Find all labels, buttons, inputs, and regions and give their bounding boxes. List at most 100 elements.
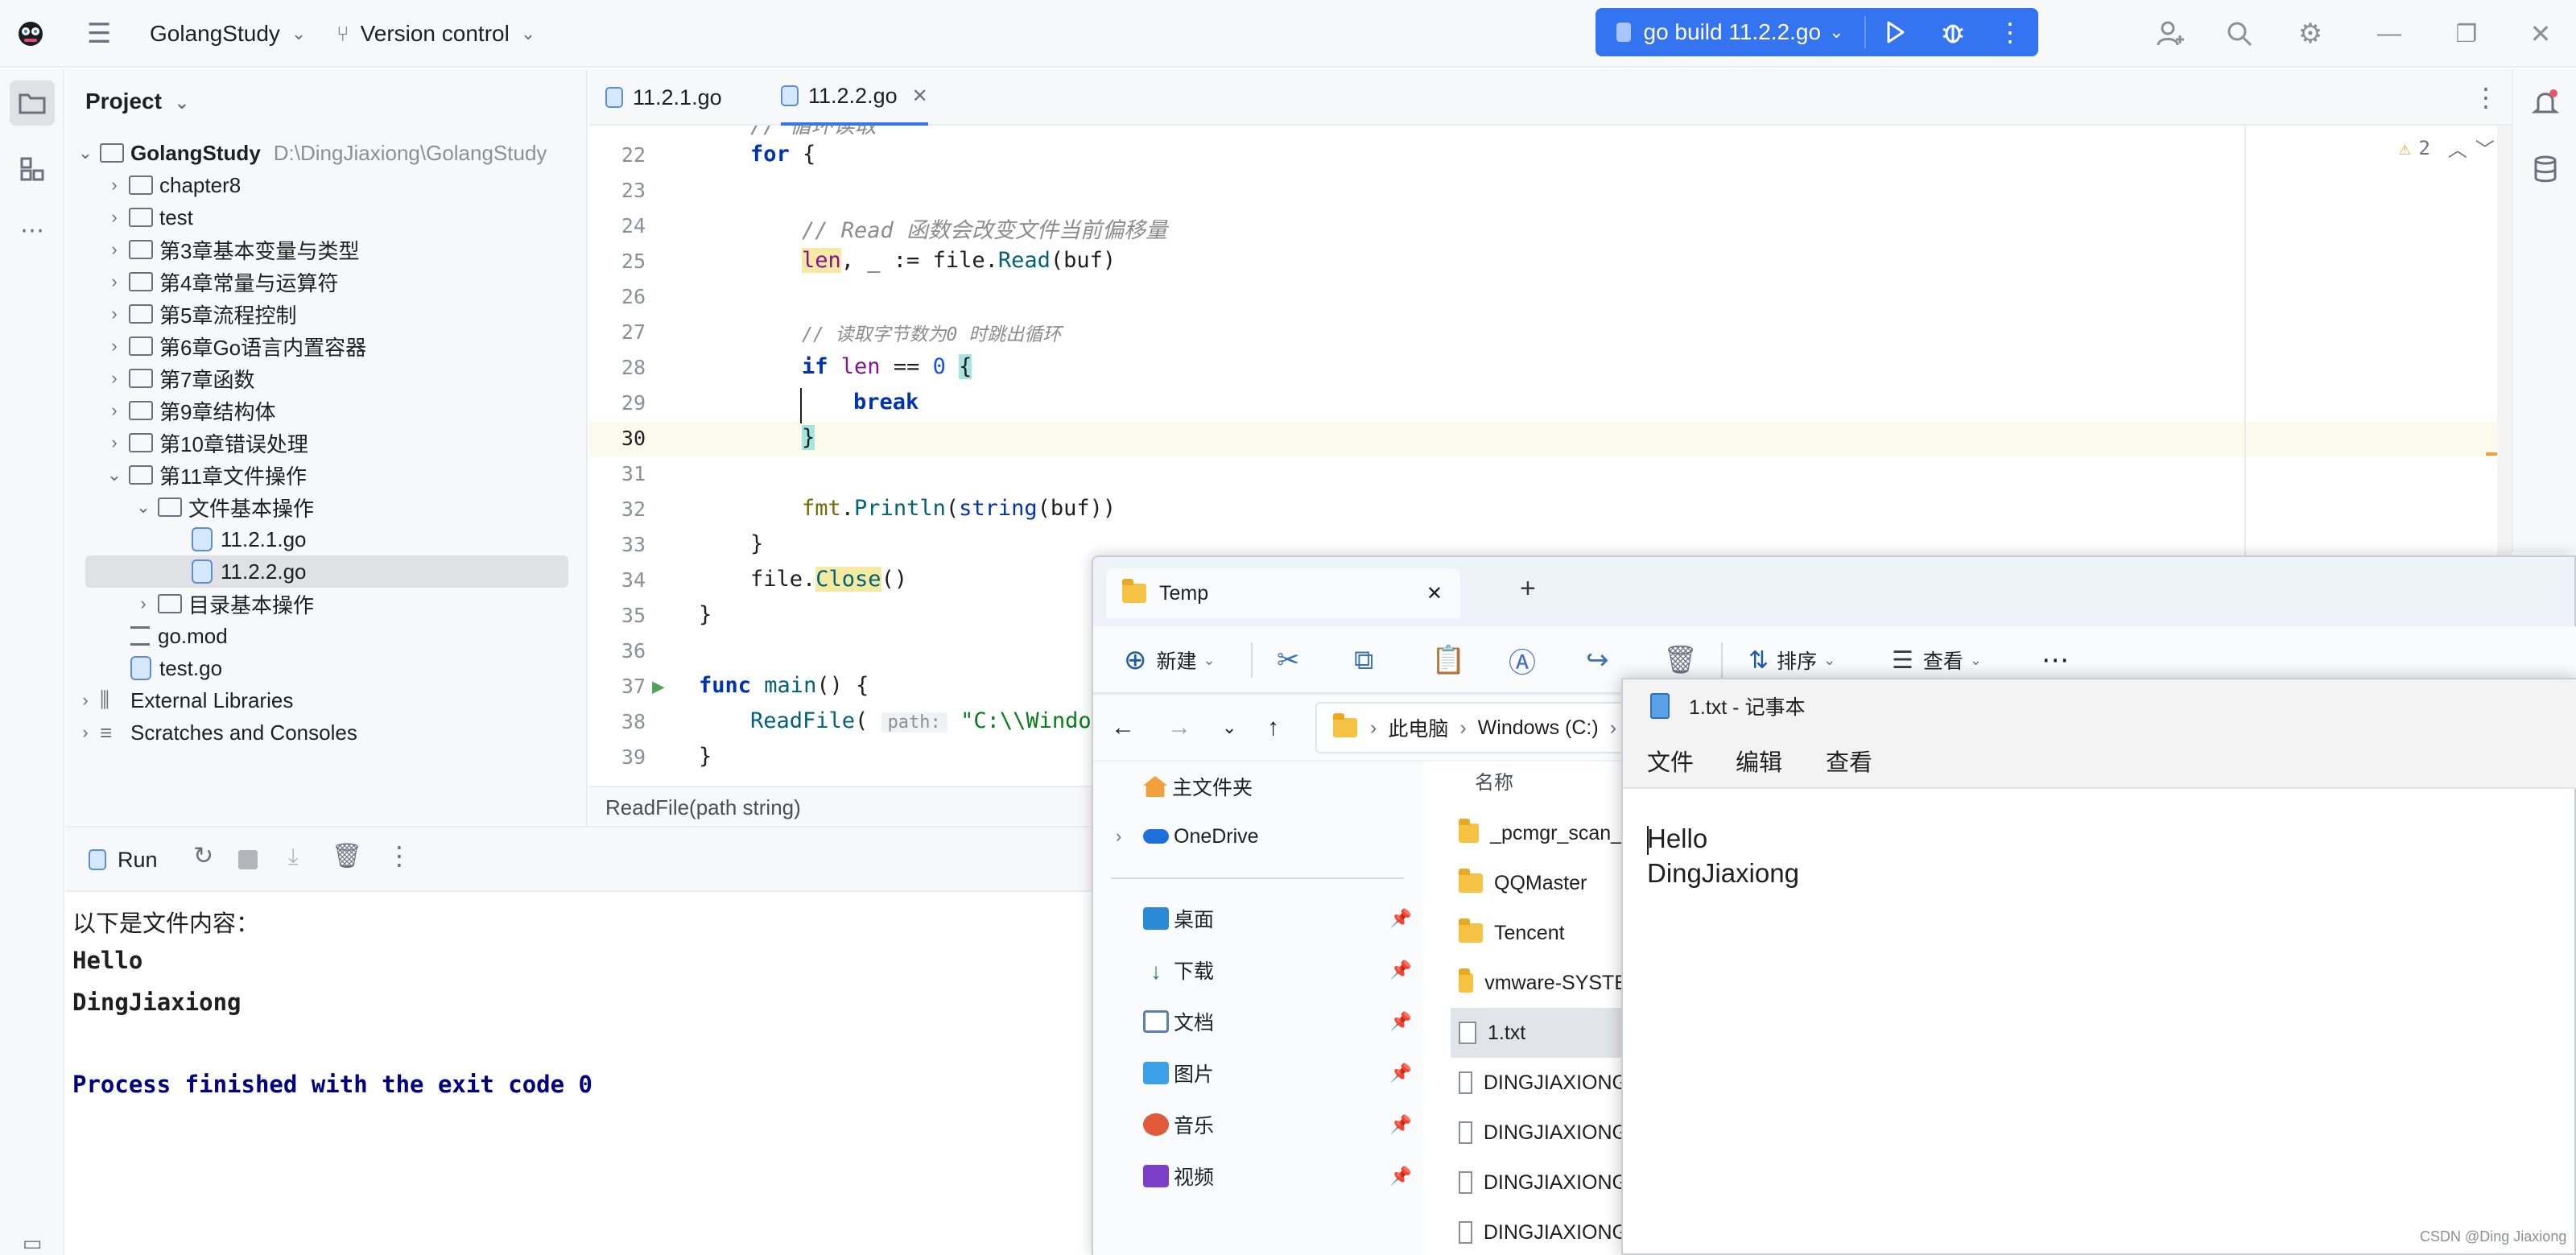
main-menu-icon[interactable]: ☰ — [87, 0, 111, 68]
app-logo-icon[interactable] — [16, 0, 45, 68]
tree-item[interactable]: test.go — [66, 652, 588, 684]
search-icon[interactable] — [2220, 14, 2259, 53]
new-button[interactable]: ⊕ 新建 ⌄ — [1124, 626, 1216, 694]
chevron-down-icon: ⌄ — [291, 23, 307, 43]
tree-root[interactable]: ⌄ GolangStudy D:\DingJiaxiong\GolangStud… — [66, 137, 588, 169]
add-user-icon[interactable] — [2151, 14, 2190, 53]
cut-icon[interactable]: ✂ — [1277, 626, 1300, 694]
close-tab-icon[interactable]: ✕ — [1426, 582, 1443, 605]
share-icon[interactable]: ↪ — [1586, 626, 1609, 694]
close-button[interactable]: ✕ — [2521, 14, 2560, 53]
more-actions-icon[interactable]: ⋮ — [1982, 8, 2038, 56]
clear-trash-icon[interactable]: 🗑 — [332, 842, 362, 870]
more-tools-icon[interactable]: ⋯ — [10, 208, 55, 253]
project-selector[interactable]: GolangStudy ⌄ — [150, 0, 306, 68]
tree-item[interactable]: › 第3章基本变量与类型 — [66, 233, 588, 266]
file-name: Tencent — [1494, 921, 1565, 944]
notifications-icon[interactable] — [2523, 81, 2568, 126]
chevron-down-icon[interactable]: ﹀ — [2475, 134, 2495, 162]
nav-item-pictures[interactable]: 图片 📌 — [1093, 1048, 1423, 1098]
run-tab[interactable]: Run — [84, 842, 196, 877]
nav-label: 下载 — [1174, 960, 1215, 983]
minimize-button[interactable]: — — [2370, 14, 2409, 53]
nav-item-downloads[interactable]: ↓ 下载 📌 — [1093, 945, 1423, 995]
tree-item[interactable]: 11.2.1.go — [66, 523, 588, 555]
run-gutter-icon[interactable]: ▶ — [652, 675, 665, 699]
menu-view[interactable]: 查看 — [1826, 733, 1872, 789]
file-icon — [1459, 1071, 1472, 1094]
nav-item-home[interactable]: 主文件夹 — [1093, 762, 1423, 811]
file-item[interactable]: DINGJIAXIONG — [1451, 1208, 1628, 1255]
rerun-icon[interactable]: ↻ — [193, 842, 213, 870]
close-tab-icon[interactable]: ✕ — [912, 85, 928, 108]
column-header-name[interactable]: 名称 — [1475, 766, 1513, 795]
run-button[interactable] — [1866, 8, 1924, 56]
tree-item[interactable]: › 第7章函数 — [66, 362, 588, 394]
tree-item[interactable]: › test — [66, 201, 588, 233]
nav-item-desktop[interactable]: 桌面 📌 — [1093, 894, 1423, 943]
nav-item-documents[interactable]: 文档 📌 — [1093, 997, 1423, 1047]
inspection-widget[interactable]: ⚠ 2 ︿ ﹀ — [2399, 134, 2495, 162]
chevron-up-icon[interactable]: ︿ — [2448, 134, 2467, 162]
tree-item[interactable]: › ≡ Scratches and Consoles — [66, 716, 588, 749]
rename-icon[interactable]: Ⓐ — [1509, 626, 1536, 694]
more-actions-icon[interactable]: ⋮ — [386, 840, 412, 871]
restore-button[interactable]: ❐ — [2447, 14, 2486, 53]
project-panel-header[interactable]: Project ⌄ — [85, 89, 189, 114]
tree-item[interactable]: › ⫼ External Libraries — [66, 684, 588, 716]
forward-arrow-icon[interactable]: → — [1167, 696, 1191, 760]
tree-item[interactable]: › 第5章流程控制 — [66, 298, 588, 330]
menu-edit[interactable]: 编辑 — [1736, 733, 1782, 789]
recent-chevron-icon[interactable]: ⌄ — [1222, 696, 1236, 760]
debug-button[interactable] — [1924, 8, 1982, 56]
tree-item[interactable]: ⌄ 文件基本操作 — [66, 491, 588, 523]
copy-icon[interactable]: ⧉ — [1354, 626, 1373, 694]
menu-file[interactable]: 文件 — [1647, 733, 1694, 789]
terminal-icon[interactable]: ▭ — [10, 1220, 55, 1255]
database-icon[interactable] — [2523, 147, 2568, 192]
file-item[interactable]: _pcmgr_scan_t — [1451, 808, 1628, 858]
tree-item[interactable]: › 第9章结构体 — [66, 394, 588, 427]
settings-gear-icon[interactable]: ⚙ — [2291, 14, 2330, 53]
run-config-selector[interactable]: go build 11.2.2.go ⌄ — [1596, 8, 1864, 56]
new-tab-icon[interactable]: + — [1520, 573, 1536, 605]
explorer-tab[interactable]: Temp ✕ — [1106, 568, 1460, 618]
param-hint: path: — [881, 712, 947, 733]
tree-item[interactable]: › 目录基本操作 — [66, 588, 588, 620]
breadcrumb-item[interactable]: 此电脑 — [1388, 713, 1448, 742]
notepad-icon — [1650, 693, 1670, 719]
go-file-icon — [130, 656, 151, 680]
file-item[interactable]: QQMaster — [1451, 858, 1628, 908]
tree-item[interactable]: ⌄ 第11章文件操作 — [66, 459, 588, 491]
file-item[interactable]: vmware-SYSTE — [1451, 958, 1628, 1008]
scroll-to-end-icon[interactable]: ⤓ — [288, 844, 298, 870]
stop-icon[interactable] — [238, 850, 258, 869]
line-number: 36 — [621, 639, 646, 663]
paste-icon[interactable]: 📋 — [1431, 626, 1465, 694]
file-item[interactable]: DINGJIAXIONG — [1451, 1108, 1628, 1158]
more-tabs-icon[interactable]: ⋮ — [2473, 69, 2499, 126]
file-item[interactable]: DINGJIAXIONG — [1451, 1058, 1628, 1108]
folder-icon — [1459, 819, 1480, 843]
tree-item[interactable]: go.mod — [66, 620, 588, 652]
nav-item-videos[interactable]: 视频 📌 — [1093, 1151, 1423, 1201]
file-item-selected[interactable]: 1.txt — [1451, 1008, 1628, 1058]
nav-item-onedrive[interactable]: › OneDrive — [1093, 811, 1423, 861]
tree-item-selected[interactable]: 11.2.2.go — [85, 555, 568, 588]
tree-item[interactable]: › chapter8 — [66, 169, 588, 201]
vcs-selector[interactable]: ⑂ Version control ⌄ — [336, 0, 535, 68]
up-arrow-icon[interactable]: ↑ — [1267, 696, 1279, 760]
project-tool-icon[interactable] — [10, 81, 55, 126]
breadcrumb-item[interactable]: Windows (C:) — [1478, 716, 1599, 740]
go-file-icon — [605, 87, 623, 108]
file-item[interactable]: DINGJIAXIONG — [1451, 1158, 1628, 1208]
structure-tool-icon[interactable] — [10, 147, 55, 192]
tree-item[interactable]: › 第6章Go语言内置容器 — [66, 330, 588, 362]
tree-item[interactable]: › 第4章常量与运算符 — [66, 266, 588, 298]
nav-item-music[interactable]: 音乐 📌 — [1093, 1100, 1423, 1150]
tab-11-2-2-go[interactable]: 11.2.2.go ✕ — [781, 69, 928, 126]
file-item[interactable]: Tencent — [1451, 908, 1628, 958]
back-arrow-icon[interactable]: ← — [1111, 696, 1135, 760]
tab-11-2-1-go[interactable]: 11.2.1.go — [605, 69, 722, 126]
tree-item[interactable]: › 第10章错误处理 — [66, 427, 588, 459]
